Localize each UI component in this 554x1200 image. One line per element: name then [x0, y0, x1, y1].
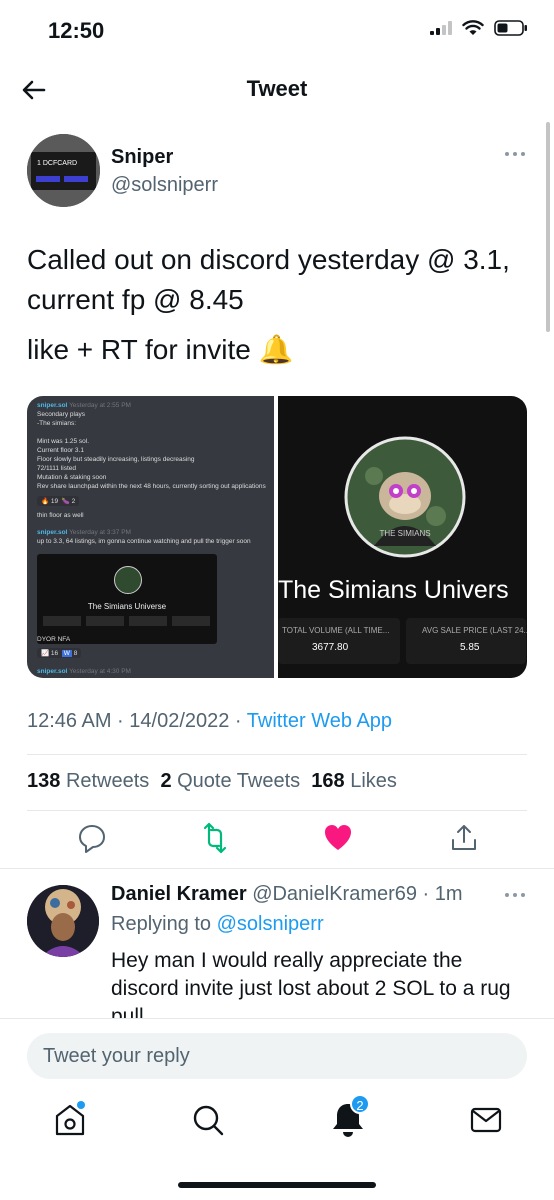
discord-reactions: 🔥 19 🍆 2 [37, 496, 80, 506]
reply-tweet[interactable]: Daniel Kramer @DanielKramer69 · 1m Reply… [0, 868, 554, 1019]
quotes-stat[interactable]: 2 Quote Tweets [160, 770, 300, 792]
fire-icon: 🔥 [41, 498, 50, 505]
media-image-collection[interactable]: THE SIMIANS The Simians Univers TOTAL VO… [278, 396, 527, 678]
share-icon[interactable] [449, 822, 479, 854]
tweet-stats: 138 Retweets 2 Quote Tweets 168 Likes [27, 770, 397, 793]
stat-total-volume: TOTAL VOLUME (ALL TIME... 3677.80 [278, 618, 400, 664]
tab-messages[interactable] [468, 1100, 504, 1140]
tweet-line-2: like + RT for invite 🔔 [27, 334, 294, 365]
tweet-line-1: Called out on discord yesterday @ 3.1, c… [27, 244, 510, 315]
chart-icon: 📈 [41, 650, 50, 657]
tweet-timestamp: 12:46 AM · 14/02/2022 · Twitter Web App [27, 710, 392, 733]
like-icon[interactable] [323, 822, 353, 854]
avatar[interactable]: 1 DCFCARD [27, 134, 100, 207]
source-link[interactable]: Twitter Web App [247, 710, 392, 732]
retweet-icon[interactable] [199, 822, 231, 854]
discord-time: Yesterday at 3:37 PM [69, 529, 131, 536]
stat-avg-sale: AVG SALE PRICE (LAST 24... 5.85 [406, 618, 527, 664]
collection-title: The Simians Univers [278, 576, 509, 604]
status-bar: 12:50 [0, 0, 554, 60]
divider [27, 810, 527, 811]
discord-reactions: 📈 16 W 8 [37, 648, 82, 658]
mail-icon [470, 1107, 502, 1133]
discord-line: 72/1111 listed [37, 465, 77, 472]
discord-user: sniper.sol [37, 529, 68, 536]
author-handle[interactable]: @solsniperr [111, 174, 218, 197]
discord-line: Secondary plays [37, 411, 86, 418]
tweet-author: 1 DCFCARD Sniper @solsniperr [27, 134, 527, 208]
w-icon: W [61, 650, 72, 657]
tab-search[interactable] [190, 1100, 226, 1140]
discord-line: Current floor 3.1 [37, 447, 84, 454]
tab-notifications[interactable]: 2 [330, 1094, 370, 1140]
author-name[interactable]: Sniper [111, 146, 173, 169]
reply-author-meta[interactable]: @DanielKramer69 · 1m [252, 883, 462, 905]
discord-time: Yesterday at 4:30 PM [69, 668, 131, 675]
embed-title: The Simians Universe [87, 602, 167, 611]
more-icon[interactable] [503, 148, 527, 160]
discord-line: Mint was 1.25 sol. [37, 438, 90, 445]
eggplant-icon: 🍆 [61, 498, 70, 505]
discord-line: Floor slowly but steadily increasing, li… [37, 456, 195, 463]
collection-avatar: THE SIMIANS [344, 436, 466, 558]
discord-line: up to 3.3, 64 listings, im gonna continu… [37, 538, 251, 545]
reply-input[interactable] [27, 1033, 527, 1079]
reply-icon[interactable] [77, 822, 107, 854]
reply-header: Daniel Kramer @DanielKramer69 · 1m [111, 883, 463, 906]
timestamp-text: 12:46 AM · 14/02/2022 · [27, 710, 247, 732]
notification-badge: 2 [350, 1094, 370, 1114]
search-icon [193, 1105, 224, 1136]
more-icon[interactable] [503, 889, 527, 901]
avatar[interactable] [27, 885, 99, 957]
page-title: Tweet [246, 76, 308, 101]
nav-header: Tweet [0, 64, 554, 114]
tweet-actions [27, 822, 527, 862]
discord-time: Yesterday at 2:55 PM [69, 402, 131, 409]
scrollbar[interactable] [546, 122, 550, 332]
battery-icon [494, 20, 527, 36]
discord-line: -The simians: [37, 420, 77, 427]
wifi-icon [462, 20, 484, 35]
avatar-text: 1 DCFCARD [37, 160, 77, 167]
divider [27, 754, 527, 755]
tweet-media[interactable]: sniper.sol Yesterday at 2:55 PM Secondar… [27, 396, 527, 678]
home-icon [55, 1101, 85, 1136]
likes-stat[interactable]: 168 Likes [311, 770, 397, 792]
retweets-stat[interactable]: 138 Retweets [27, 770, 149, 792]
tweet-text: Called out on discord yesterday @ 3.1, c… [27, 240, 527, 380]
embed-avatar [114, 566, 142, 594]
status-icons [430, 20, 528, 36]
tab-bar: 2 [0, 1094, 554, 1150]
reply-author-name[interactable]: Daniel Kramer [111, 883, 247, 905]
signal-icon [430, 21, 452, 35]
discord-user: sniper.sol [37, 668, 68, 675]
discord-line: DYOR NFA [37, 636, 71, 643]
discord-user: sniper.sol [37, 402, 68, 409]
discord-line: Mutation & staking soon [37, 474, 107, 481]
reply-text: Hey man I would really appreciate the di… [111, 949, 511, 1019]
tab-home[interactable] [52, 1100, 88, 1140]
discord-line: Rev share launchpad within the next 48 h… [37, 483, 266, 490]
replying-to: Replying to @solsniperr [111, 913, 324, 935]
media-image-discord[interactable]: sniper.sol Yesterday at 2:55 PM Secondar… [27, 396, 274, 678]
status-time: 12:50 [48, 18, 105, 43]
replying-to-handle[interactable]: @solsniperr [217, 913, 324, 935]
avatar-shirt-text: THE SIMIANS [379, 529, 430, 538]
home-indicator [178, 1182, 376, 1188]
discord-line: thin floor as well [37, 512, 84, 519]
discord-embed: The Simians Universe [37, 554, 217, 644]
